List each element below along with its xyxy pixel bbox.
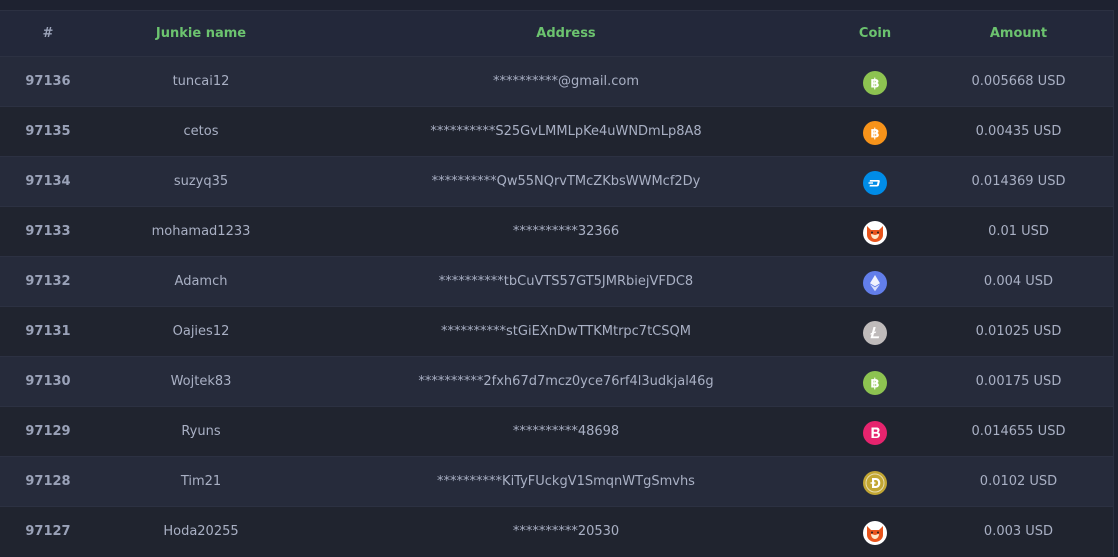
row-junkie-name: Ryuns	[181, 424, 221, 439]
row-address: **********32366	[512, 224, 620, 239]
row-coin	[826, 268, 924, 295]
table-row: 97135 cetos **********S25GvLMMLpKe4uWNDm…	[0, 106, 1113, 156]
header-id: #	[42, 26, 54, 41]
row-junkie-name: suzyq35	[173, 174, 229, 189]
row-coin: ฿	[826, 68, 924, 95]
header-amount: Amount	[989, 26, 1048, 41]
header-address: Address	[536, 26, 596, 41]
row-junkie-name: Wojtek83	[170, 374, 232, 389]
table-row: 97131 Oajies12 **********stGiEXnDwTTKMtr…	[0, 306, 1113, 356]
row-junkie-name: Adamch	[174, 274, 228, 289]
svg-text:฿: ฿	[870, 377, 879, 392]
svg-text:฿: ฿	[870, 77, 879, 92]
row-junkie-name: mohamad1233	[151, 224, 251, 239]
row-amount: 0.00175 USD	[975, 374, 1062, 389]
row-address: **********48698	[512, 424, 620, 439]
dogecoin-icon	[863, 471, 887, 495]
ethereum-icon	[863, 271, 887, 295]
litecoin-icon	[863, 321, 887, 345]
bitcoin-cash-icon: ฿	[863, 371, 887, 395]
row-amount: 0.00435 USD	[975, 124, 1062, 139]
dash-icon	[863, 171, 887, 195]
row-id: 97136	[25, 74, 71, 89]
row-address: **********2fxh67d7mcz0yce76rf4l3udkjal46…	[418, 374, 714, 389]
row-id: 97134	[25, 174, 71, 189]
row-amount: 0.01 USD	[988, 224, 1049, 239]
row-coin: ฿	[826, 118, 924, 145]
bitcoin-cash-icon: ฿	[863, 71, 887, 95]
row-coin	[826, 468, 924, 495]
row-address: **********Qw55NQrvTMcZKbsWWMcf2Dy	[431, 174, 701, 189]
row-id: 97127	[25, 524, 71, 539]
row-amount: 0.014655 USD	[971, 424, 1066, 439]
table-row: 97128 Tim21 **********KiTyFUckgV1SmqnWTg…	[0, 456, 1113, 506]
table-row: 97133 mohamad1233 **********32366 0.01 U…	[0, 206, 1113, 256]
row-coin	[826, 168, 924, 195]
row-amount: 0.014369 USD	[971, 174, 1066, 189]
row-id: 97131	[25, 324, 71, 339]
row-address: **********20530	[512, 524, 620, 539]
row-id: 97133	[25, 224, 71, 239]
row-coin	[826, 218, 924, 245]
shiba-inu-icon	[863, 521, 887, 545]
row-amount: 0.004 USD	[983, 274, 1054, 289]
table-row: 97129 Ryuns **********48698 0.014655 USD	[0, 406, 1113, 456]
row-address: **********tbCuVTS57GT5JMRbiejVFDC8	[438, 274, 694, 289]
row-amount: 0.003 USD	[983, 524, 1054, 539]
row-id: 97129	[25, 424, 71, 439]
row-id: 97135	[25, 124, 71, 139]
row-junkie-name: Oajies12	[172, 324, 230, 339]
row-amount: 0.0102 USD	[979, 474, 1058, 489]
table-row: 97132 Adamch **********tbCuVTS57GT5JMRbi…	[0, 256, 1113, 306]
row-coin	[826, 518, 924, 545]
shiba-inu-icon	[863, 221, 887, 245]
row-coin: ฿	[826, 368, 924, 395]
row-junkie-name: tuncai12	[172, 74, 230, 89]
row-coin	[826, 418, 924, 445]
row-coin	[826, 318, 924, 345]
svg-text:฿: ฿	[870, 127, 879, 142]
bytecoin-icon	[863, 421, 887, 445]
row-id: 97130	[25, 374, 71, 389]
payouts-table: # Junkie name Address Coin Amount 97136 …	[0, 10, 1114, 556]
row-amount: 0.005668 USD	[971, 74, 1066, 89]
row-junkie-name: Tim21	[180, 474, 222, 489]
header-coin: Coin	[858, 26, 892, 41]
row-address: **********S25GvLMMLpKe4uWNDmLp8A8	[430, 124, 702, 139]
row-id: 97128	[25, 474, 71, 489]
row-address: **********KiTyFUckgV1SmqnWTgSmvhs	[437, 474, 695, 489]
row-junkie-name: cetos	[183, 124, 219, 139]
row-junkie-name: Hoda20255	[163, 524, 239, 539]
table-row: 97134 suzyq35 **********Qw55NQrvTMcZKbsW…	[0, 156, 1113, 206]
table-header: # Junkie name Address Coin Amount	[0, 10, 1113, 56]
row-address: **********stGiEXnDwTTKMtrpc7tCSQM	[441, 324, 691, 339]
row-address: **********@gmail.com	[492, 74, 639, 89]
header-junkie-name: Junkie name	[155, 26, 247, 41]
table-row: 97130 Wojtek83 **********2fxh67d7mcz0yce…	[0, 356, 1113, 406]
top-strip	[0, 0, 1118, 10]
bitcoin-icon: ฿	[863, 121, 887, 145]
table-row: 97136 tuncai12 **********@gmail.com ฿ 0.…	[0, 56, 1113, 106]
row-id: 97132	[25, 274, 71, 289]
row-amount: 0.01025 USD	[975, 324, 1062, 339]
table-row: 97127 Hoda20255 **********20530 0.003 US…	[0, 506, 1113, 556]
